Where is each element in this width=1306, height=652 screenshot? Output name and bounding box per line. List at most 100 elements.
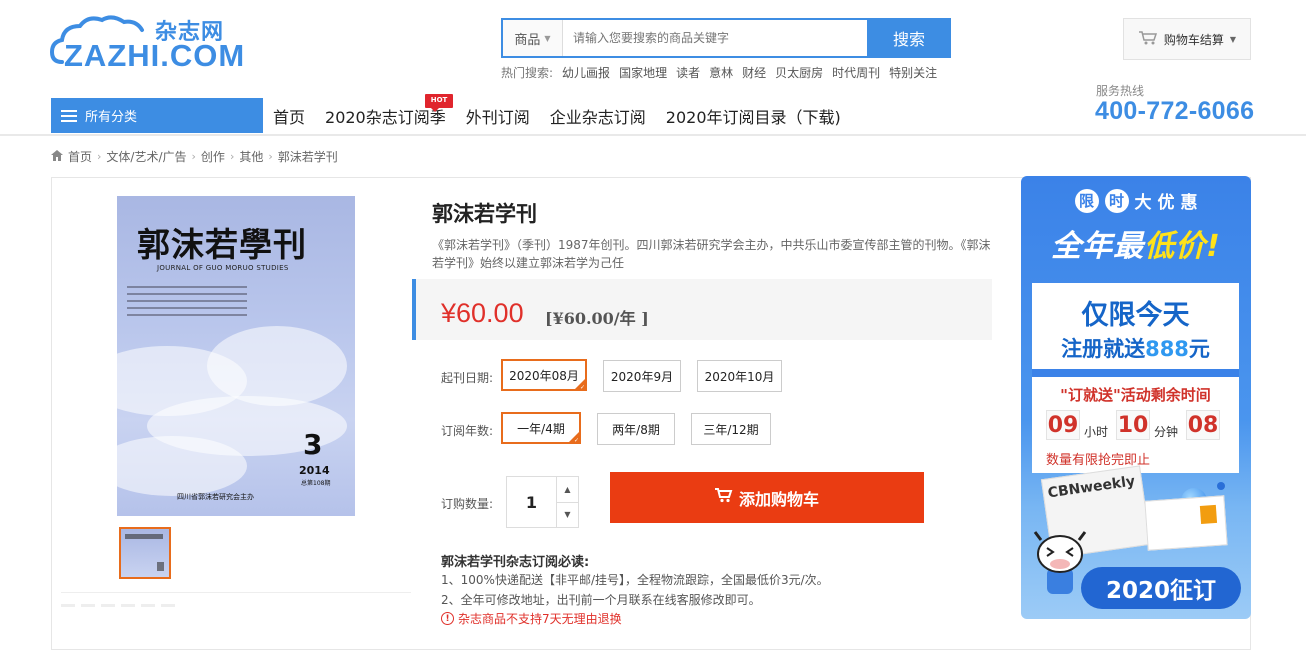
start-date-label: 起刊日期:: [441, 371, 494, 385]
quantity-stepper: 1 ▲ ▼: [506, 476, 579, 528]
product-price: ¥60.00: [441, 298, 524, 328]
cover-year: 2014: [299, 464, 330, 477]
chevron-right-icon: ›: [97, 150, 102, 163]
nav-subscription-season[interactable]: 2020杂志订阅季 HOT: [325, 93, 454, 128]
cart-checkout-button[interactable]: 购物车结算 ▼: [1123, 18, 1251, 60]
cart-icon: [1138, 30, 1158, 49]
product-title: 郭沫若学刊: [432, 202, 537, 226]
main-nav: 首页 2020杂志订阅季 HOT 外刊订阅 企业杂志订阅 2020年订阅目录（下…: [273, 93, 841, 133]
promo-register-suffix: 元: [1188, 337, 1210, 361]
caret-down-icon: ▼: [544, 33, 551, 43]
nav-home[interactable]: 首页: [273, 104, 305, 128]
return-policy-text: 杂志商品不支持7天无理由退换: [458, 612, 622, 626]
notice-title: 郭沫若学刊杂志订阅必读:: [441, 555, 590, 570]
thumbnail-divider: [61, 592, 411, 593]
countdown-timer: 09 小时 10 分钟 08: [1046, 410, 1221, 440]
magazine-illustration: [1144, 495, 1228, 551]
notice-item: 1、100%快递配送【非平邮/挂号】，全程物流跟踪，全国最低价3元/次。: [441, 573, 829, 587]
search-bar: 商品 ▼ 搜索: [501, 18, 951, 58]
search-input[interactable]: [563, 20, 867, 56]
promo-register: 注册就送888元: [1032, 333, 1239, 363]
search-category-select[interactable]: 商品 ▼: [503, 20, 563, 56]
price-per-year: [¥60.00/年 ]: [545, 309, 649, 328]
nav-enterprise-magazines[interactable]: 企业杂志订阅: [550, 104, 646, 128]
hot-keyword[interactable]: 财经: [742, 64, 766, 81]
return-policy-warning: ! 杂志商品不支持7天无理由退换: [441, 610, 622, 627]
breadcrumb: 首页 › 文体/艺术/广告 › 创作 › 其他 › 郭沫若学刊: [51, 148, 338, 165]
years-option-selected[interactable]: 一年/4期: [501, 412, 581, 444]
promo-card: 仅限今天 注册就送888元 "订就送"活动剩余时间 09 小时 10 分钟 08…: [1032, 283, 1239, 473]
years-option[interactable]: 三年/12期: [691, 413, 771, 445]
product-description: 《郭沫若学刊》（季刊）1987年创刊。四川郭沫若研究学会主办，中共乐山市委宣传部…: [432, 238, 991, 270]
promo-char: 惠: [1180, 193, 1198, 213]
cover-issue-note: 总第108期: [301, 480, 331, 487]
cart-label: 购物车结算: [1163, 32, 1224, 47]
start-date-option[interactable]: 2020年9月: [603, 360, 681, 392]
header-divider: [0, 134, 1306, 136]
site-logo[interactable]: 杂志网 ZAZHI.COM: [49, 12, 246, 74]
breadcrumb-current: 郭沫若学刊: [277, 150, 338, 164]
breadcrumb-item[interactable]: 文体/艺术/广告: [106, 148, 186, 165]
promo-card-divider: [1032, 369, 1239, 377]
share-icons-placeholder: [61, 604, 175, 607]
start-date-option[interactable]: 2020年10月: [697, 360, 782, 392]
nav-catalog-download[interactable]: 2020年订阅目录（下载): [666, 104, 841, 128]
decor-dot-icon: [1217, 482, 1225, 490]
cover-issue-number: 3: [303, 428, 323, 461]
cover-publisher: 四川省郭沫若研究会主办: [177, 493, 254, 501]
hot-search-label: 热门搜索:: [501, 66, 554, 80]
decrement-icon[interactable]: ▼: [557, 503, 578, 528]
logo-en-text: ZAZHI.COM: [64, 38, 246, 73]
hot-keyword[interactable]: 幼儿画报: [562, 64, 610, 81]
notice-item: 2、全年可修改地址，出刊前一个月联系在线客服修改即可。: [441, 593, 761, 607]
start-date-option-selected[interactable]: 2020年08月: [501, 359, 587, 391]
quantity-label: 订购数量:: [441, 497, 494, 511]
quantity-input[interactable]: 1: [507, 477, 556, 527]
hot-keyword[interactable]: 意林: [709, 64, 733, 81]
magazine-name: CBNweekly: [1046, 473, 1137, 502]
promo-char: 大: [1134, 193, 1152, 213]
promo-headline: 全年最低价!: [1021, 221, 1251, 265]
warning-icon: !: [441, 612, 454, 625]
menu-icon: [61, 109, 77, 122]
countdown-seconds: 08: [1186, 410, 1221, 440]
breadcrumb-item[interactable]: 其他: [239, 148, 263, 165]
hot-keyword[interactable]: 国家地理: [619, 64, 667, 81]
home-icon: [51, 149, 63, 164]
hot-keyword[interactable]: 读者: [676, 64, 700, 81]
breadcrumb-item[interactable]: 创作: [201, 148, 225, 165]
hot-keyword[interactable]: 贝太厨房: [775, 64, 823, 81]
promo-banner[interactable]: 限 时 大 优 惠 全年最低价! 仅限今天 注册就送888元 "订就送"活动剩余…: [1021, 176, 1251, 619]
promo-circle-char: 限: [1074, 188, 1099, 213]
chevron-right-icon: ›: [229, 150, 235, 163]
promo-headline-prefix: 全年最: [1051, 229, 1145, 264]
all-categories-menu[interactable]: 所有分类: [51, 98, 263, 133]
countdown-minutes: 10: [1116, 410, 1151, 440]
hot-badge: HOT: [425, 93, 454, 112]
promo-bottom-button[interactable]: 2020征订: [1081, 567, 1241, 609]
promo-headline-highlight: 低价!: [1144, 229, 1221, 264]
cover-thumbnail[interactable]: [119, 527, 171, 579]
hotline-number: 400-772-6066: [1095, 97, 1255, 125]
search-button[interactable]: 搜索: [867, 20, 951, 56]
search-category-label: 商品: [514, 32, 541, 48]
promo-top-line: 限 时 大 优 惠: [1021, 188, 1251, 213]
years-label: 订阅年数:: [441, 424, 494, 438]
add-to-cart-label: 添加购物车: [738, 489, 819, 509]
nav-foreign-magazines[interactable]: 外刊订阅: [466, 104, 530, 128]
promo-char: 优: [1157, 193, 1175, 213]
promo-register-prefix: 注册就送: [1061, 337, 1146, 361]
years-option[interactable]: 两年/8期: [597, 413, 675, 445]
countdown-title: "订就送"活动剩余时间: [1060, 386, 1211, 404]
hot-keyword[interactable]: 特别关注: [889, 64, 937, 81]
hot-keyword[interactable]: 时代周刊: [832, 64, 880, 81]
countdown-hours: 09: [1046, 410, 1080, 440]
nav-subscription-season-label: 2020杂志订阅季: [325, 107, 446, 127]
increment-icon[interactable]: ▲: [557, 477, 578, 503]
breadcrumb-home[interactable]: 首页: [68, 148, 92, 165]
cover-title: 郭沫若學刊: [137, 225, 307, 264]
chevron-right-icon: ›: [191, 150, 196, 163]
add-to-cart-button[interactable]: 添加购物车: [610, 472, 924, 523]
countdown-hours-unit: 小时: [1084, 425, 1109, 439]
product-cover-image[interactable]: 郭沫若學刊 JOURNAL OF GUO MORUO STUDIES 3 201…: [117, 196, 355, 516]
